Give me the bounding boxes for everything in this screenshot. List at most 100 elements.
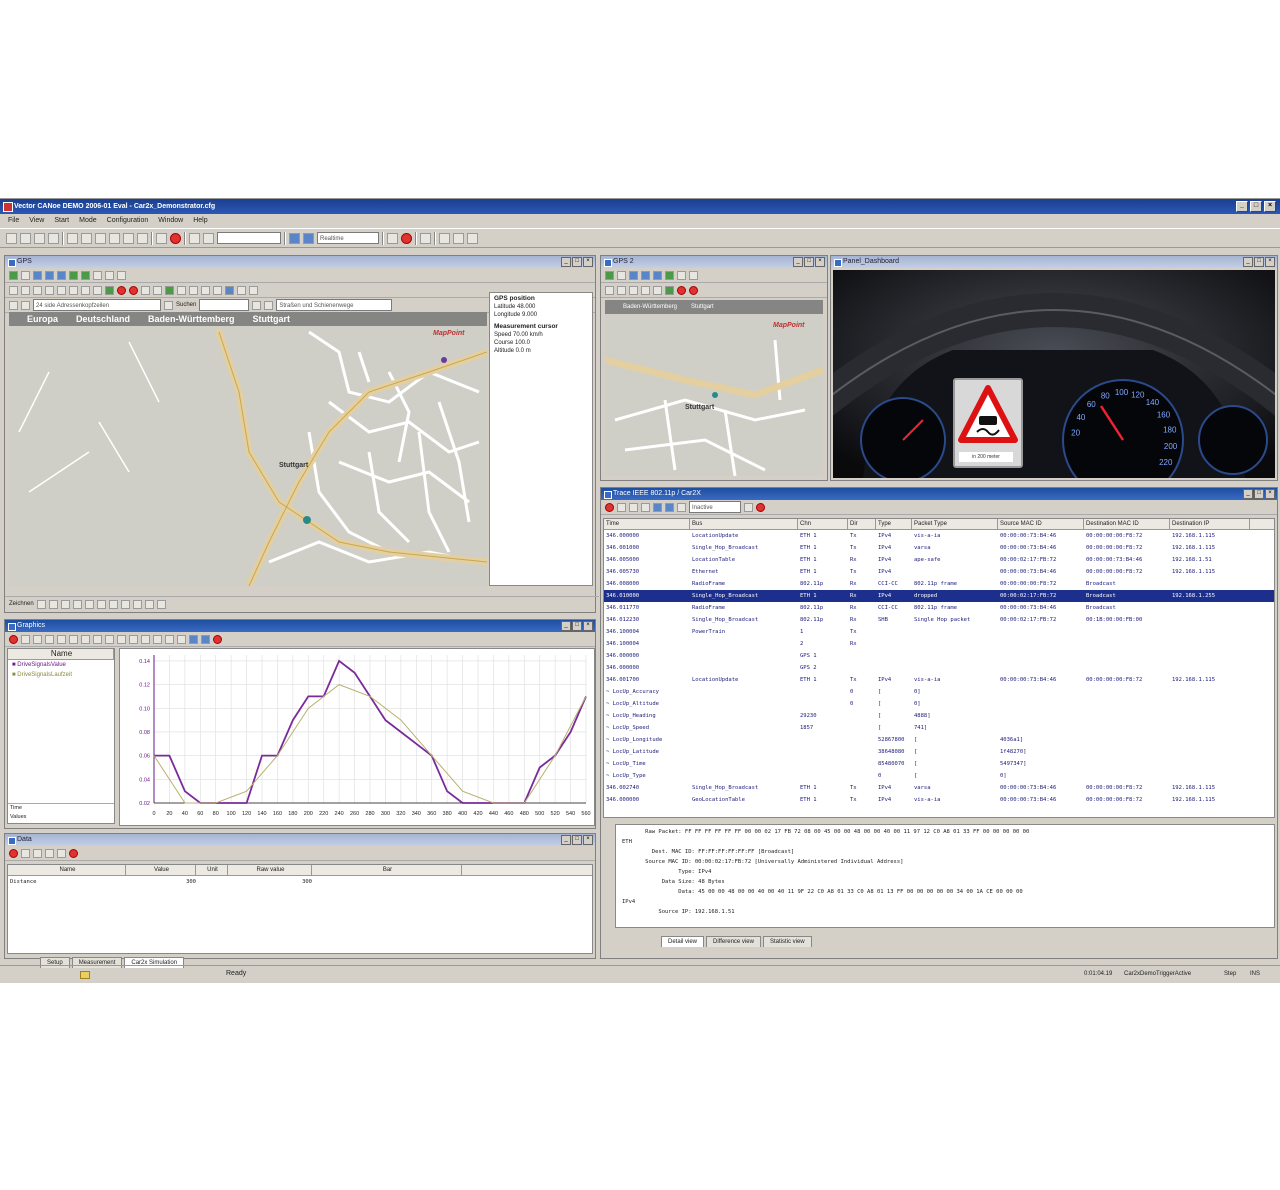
- map-tool-icon[interactable]: [165, 285, 174, 295]
- delete-icon[interactable]: [9, 848, 18, 858]
- cascade-icon[interactable]: [439, 232, 450, 244]
- pen-icon[interactable]: [48, 599, 58, 609]
- pin-icon[interactable]: [665, 270, 674, 280]
- trace-row[interactable]: ~ LocUp_Time 85480070 [5497347]: [604, 758, 1274, 770]
- pin-icon[interactable]: [81, 270, 90, 280]
- chart-tool-icon[interactable]: [141, 634, 150, 644]
- line-color-icon[interactable]: [132, 599, 142, 609]
- map-tool-icon[interactable]: [45, 285, 54, 295]
- tab-difference-view[interactable]: Difference view: [706, 936, 761, 947]
- zoom-in-icon[interactable]: [69, 634, 78, 644]
- breadcrumb-baden-wuerttemberg[interactable]: Baden-Württemberg: [623, 300, 677, 314]
- map-tool-icon[interactable]: [153, 285, 162, 295]
- column-header[interactable]: Name: [8, 865, 126, 875]
- copy-icon[interactable]: [81, 232, 92, 244]
- trace-row[interactable]: ~ LocUp_Latitude 38648080 [1f48270]: [604, 746, 1274, 758]
- map-tool-icon[interactable]: [249, 285, 258, 295]
- trace-row[interactable]: 346.010000 Single_Hop_Broadcast ETH 1 Rx IPv…: [604, 590, 1274, 602]
- maximize-button[interactable]: □: [572, 835, 582, 845]
- column-header[interactable]: Source MAC ID: [998, 519, 1084, 529]
- menu-configuration[interactable]: Configuration: [107, 217, 149, 224]
- trace-row[interactable]: 346.000000 GeoLocationTable ETH 1 Tx IPv4 vis…: [604, 794, 1274, 806]
- globe-icon[interactable]: [45, 270, 54, 280]
- menu-window[interactable]: Window: [158, 217, 183, 224]
- close-button[interactable]: ×: [583, 257, 593, 267]
- stop-icon[interactable]: [617, 270, 626, 280]
- line-icon[interactable]: [60, 599, 70, 609]
- search-input[interactable]: [199, 299, 250, 311]
- trace-tool-icon[interactable]: [665, 502, 674, 512]
- delete-icon[interactable]: [9, 634, 18, 644]
- back-icon[interactable]: [93, 270, 102, 280]
- tile-icon[interactable]: [453, 232, 464, 244]
- globe-icon[interactable]: [57, 270, 66, 280]
- rectangle-icon[interactable]: [84, 599, 94, 609]
- filter-combo[interactable]: Inactive: [689, 501, 741, 513]
- close-button[interactable]: ×: [815, 257, 825, 267]
- breadcrumb-baden-wuerttemberg[interactable]: Baden-Württemberg: [148, 312, 235, 326]
- forward-icon[interactable]: [21, 300, 30, 310]
- map-tool-icon[interactable]: [225, 285, 234, 295]
- start-icon[interactable]: [289, 232, 300, 244]
- map-tool-icon[interactable]: [201, 285, 210, 295]
- minimize-button[interactable]: _: [1236, 201, 1248, 212]
- trace-row[interactable]: ~ LocUp_Accuracy 0 [0]: [604, 686, 1274, 698]
- step-icon[interactable]: [303, 232, 314, 244]
- chart-tool-icon[interactable]: [21, 634, 30, 644]
- forward-icon[interactable]: [105, 270, 114, 280]
- breadcrumb-europa[interactable]: Europa: [27, 312, 58, 326]
- column-header[interactable]: Unit: [196, 865, 228, 875]
- maximize-button[interactable]: □: [572, 257, 582, 267]
- map-tool-icon[interactable]: [21, 285, 30, 295]
- map-tool-icon[interactable]: [213, 285, 222, 295]
- search-icon[interactable]: [164, 300, 173, 310]
- trace-row[interactable]: 346.008000 RadioFrame 802.11p Rx CCI-CC 802.1…: [604, 578, 1274, 590]
- text-icon[interactable]: [108, 599, 118, 609]
- map-tool-icon[interactable]: [9, 285, 18, 295]
- trace-row[interactable]: 346.000000 GPS 1: [604, 650, 1274, 662]
- breadcrumb-deutschland[interactable]: Deutschland: [76, 312, 130, 326]
- map-tool-icon[interactable]: [141, 285, 150, 295]
- map-tool-icon[interactable]: [57, 285, 66, 295]
- close-button[interactable]: ×: [1265, 257, 1275, 267]
- fit-icon[interactable]: [93, 634, 102, 644]
- column-header[interactable]: Chn: [798, 519, 848, 529]
- record-icon[interactable]: [170, 232, 181, 244]
- data-tool-icon[interactable]: [57, 848, 66, 858]
- minimize-button[interactable]: _: [561, 835, 571, 845]
- arrow-icon[interactable]: [72, 599, 82, 609]
- zoom-icon[interactable]: [252, 300, 262, 310]
- maximize-button[interactable]: □: [572, 621, 582, 631]
- trace-tool-icon[interactable]: [629, 502, 638, 512]
- forward-icon[interactable]: [689, 270, 698, 280]
- map-tool-icon[interactable]: [177, 285, 186, 295]
- chart-tool-icon[interactable]: [153, 634, 162, 644]
- open-icon[interactable]: [20, 232, 31, 244]
- chart-tool-icon[interactable]: [33, 634, 42, 644]
- menu-help[interactable]: Help: [193, 217, 207, 224]
- panel-icon[interactable]: [137, 232, 148, 244]
- help-icon[interactable]: [387, 232, 398, 244]
- map-tool-icon[interactable]: [237, 285, 246, 295]
- breadcrumb-stuttgart[interactable]: Stuttgart: [691, 300, 714, 314]
- data-tool-icon[interactable]: [33, 848, 42, 858]
- realtime-combo[interactable]: Realtime: [317, 232, 379, 244]
- close-button[interactable]: ×: [1264, 201, 1276, 212]
- arrange-icon[interactable]: [467, 232, 478, 244]
- zoom-out-icon[interactable]: [81, 634, 90, 644]
- zoom-icon[interactable]: [189, 232, 200, 244]
- route-icon[interactable]: [105, 285, 114, 295]
- stop-icon[interactable]: [401, 232, 412, 244]
- car-icon[interactable]: [677, 285, 686, 295]
- new-icon[interactable]: [6, 232, 17, 244]
- stop-icon[interactable]: [21, 270, 30, 280]
- trace-row[interactable]: 346.012230 Single_Hop_Broadcast 802.11p Rx S…: [604, 614, 1274, 626]
- trace-row[interactable]: 346.005730 Ethernet ETH 1 Tx IPv4 00:00:00:73…: [604, 566, 1274, 578]
- trace-tool-icon[interactable]: [641, 502, 650, 512]
- legend-item-laufzeit[interactable]: ■ DriveSignalsLaufzeit: [8, 670, 114, 680]
- chart-tool-icon[interactable]: [57, 634, 66, 644]
- pin-icon[interactable]: [69, 270, 78, 280]
- column-header[interactable]: Raw value: [228, 865, 312, 875]
- trace-row[interactable]: ~ LocUp_Heading 29230 [4888]: [604, 710, 1274, 722]
- map-tool-icon[interactable]: [93, 285, 102, 295]
